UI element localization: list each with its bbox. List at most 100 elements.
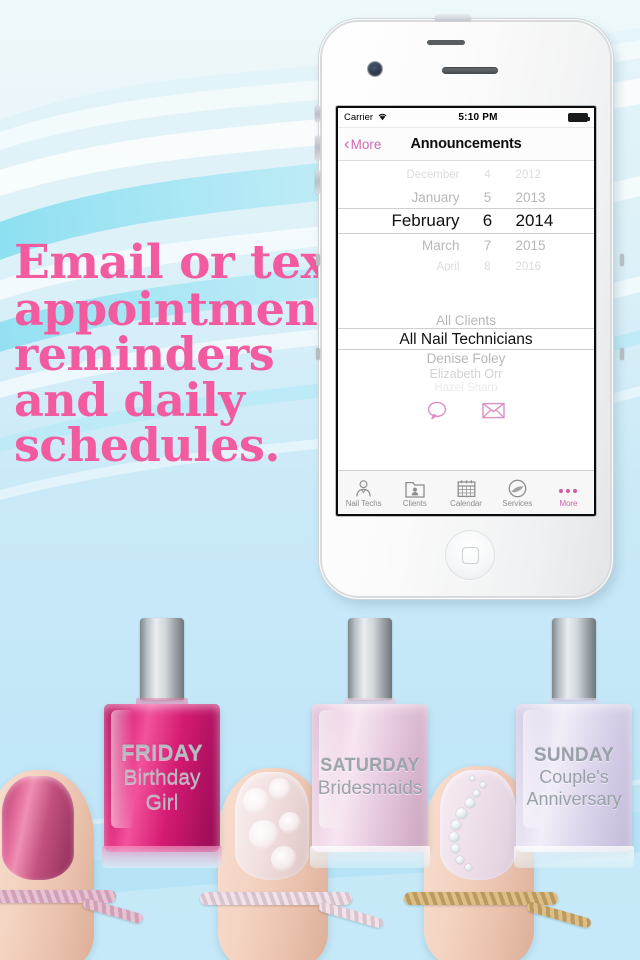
promo-line-1: Email or text: [14, 235, 350, 290]
phone-mockup: Carrier 5:10 PM ‹ More Announcements Dec…: [315, 15, 624, 608]
year-option: 2012: [515, 169, 542, 181]
carrier-label: Carrier: [344, 112, 374, 123]
bottle-line3: Girl: [145, 791, 179, 815]
tab-label: Calendar: [450, 499, 482, 508]
rhinestone: [449, 832, 459, 842]
wifi-icon: [377, 112, 388, 124]
volume-down-button[interactable]: [315, 170, 320, 194]
navigation-bar: ‹ More Announcements: [338, 128, 594, 161]
bottle-base: [102, 846, 222, 868]
bottle-base: [310, 846, 430, 868]
bottle-day-label: FRIDAY: [121, 739, 203, 765]
power-button[interactable]: [435, 15, 471, 21]
recipient-row[interactable]: Elizabeth Orr: [338, 366, 594, 381]
tab-label: Nail Techs: [345, 499, 382, 508]
polish-bottle-friday: FRIDAY Birthday Girl: [92, 618, 232, 880]
nail-file-circle-icon: [508, 477, 527, 498]
promo-line-4: and daily: [14, 372, 245, 427]
sms-bubble-icon[interactable]: [427, 401, 448, 420]
bottle-line2: Couple's: [539, 767, 609, 788]
date-picker-rows: December 4 2012 January 5 2013 February …: [338, 164, 594, 271]
recipient-row-selected[interactable]: All Nail Technicians: [338, 329, 594, 350]
chevron-left-icon: ‹: [344, 133, 350, 153]
date-row[interactable]: March 7 2015: [338, 234, 594, 256]
recipient-option: Hazel Sharp: [434, 382, 498, 391]
date-row[interactable]: January 5 2013: [338, 186, 594, 208]
tab-calendar[interactable]: Calendar: [440, 477, 491, 508]
rose-motif: [269, 778, 291, 800]
action-icon-row: [338, 391, 594, 429]
recipient-picker[interactable]: All Clients All Nail Technicians Denise …: [338, 311, 594, 391]
rhinestone: [470, 776, 475, 781]
fingernail-white-rose: [235, 772, 309, 880]
front-camera: [368, 62, 382, 76]
contact-folder-icon: [405, 477, 425, 498]
back-button[interactable]: ‹ More: [344, 133, 382, 153]
tab-clients[interactable]: Clients: [389, 477, 440, 508]
day-option: 5: [483, 189, 492, 205]
email-envelope-icon[interactable]: [482, 402, 505, 419]
rhinestone: [465, 798, 475, 808]
rhinestone: [456, 856, 464, 864]
year-option: 2015: [515, 237, 546, 253]
bottle-label: FRIDAY Birthday Girl: [104, 739, 220, 816]
tab-label: More: [559, 499, 578, 508]
tab-nail-techs[interactable]: Nail Techs: [338, 477, 389, 508]
bottle-glass: FRIDAY Birthday Girl: [104, 704, 220, 852]
promo-line-5: schedules.: [14, 418, 280, 473]
year-option: 2013: [515, 189, 546, 205]
recipient-option: All Clients: [435, 312, 497, 328]
recipient-picker-rows: All Clients All Nail Technicians Denise …: [338, 311, 594, 392]
status-time: 5:10 PM: [458, 112, 498, 123]
bottle-day-label: SUNDAY: [533, 745, 615, 767]
bottle-line2: Birthday: [123, 766, 201, 790]
promo-text: Email or text appointment reminders and …: [14, 235, 350, 473]
bottle-line2: Bridesmaids: [317, 777, 423, 799]
home-button[interactable]: [445, 530, 495, 580]
antenna-band-left: [316, 254, 320, 266]
back-button-label: More: [350, 136, 382, 152]
date-picker[interactable]: December 4 2012 January 5 2013 February …: [338, 161, 594, 271]
recipient-option: Elizabeth Orr: [429, 366, 503, 381]
bottle-glass: SUNDAY Couple's Anniversary: [516, 704, 632, 852]
tab-services[interactable]: Services: [492, 477, 543, 508]
month-option-selected: February: [391, 211, 460, 230]
app-screen: Carrier 5:10 PM ‹ More Announcements Dec…: [338, 108, 594, 514]
antenna-band-left-2: [316, 348, 320, 360]
day-option-selected: 6: [482, 211, 493, 230]
rose-motif: [243, 788, 269, 814]
year-option-selected: 2014: [515, 211, 554, 230]
month-option: December: [406, 169, 460, 181]
mute-switch[interactable]: [315, 106, 320, 122]
promo-line-3: reminders: [14, 327, 275, 382]
recipient-option: Denise Foley: [426, 350, 506, 366]
rhinestone: [451, 844, 460, 853]
recipient-row[interactable]: Denise Foley: [338, 350, 594, 366]
bottle-cap: [552, 618, 596, 700]
rose-motif: [249, 820, 279, 850]
fingernail-glossy-magenta: [2, 776, 74, 880]
volume-up-button[interactable]: [315, 136, 320, 160]
rhinestone: [456, 808, 467, 819]
status-bar: Carrier 5:10 PM: [338, 108, 594, 128]
recipient-row[interactable]: All Clients: [338, 311, 594, 329]
rhinestone: [473, 790, 480, 797]
tab-more[interactable]: More: [543, 477, 594, 508]
status-left: Carrier: [344, 112, 388, 124]
date-row-selected[interactable]: February 6 2014: [338, 208, 594, 234]
day-option: 4: [484, 169, 491, 181]
recipient-row[interactable]: Hazel Sharp: [338, 381, 594, 391]
tab-bar: Nail Techs Clients Calendar Services Mor…: [338, 470, 594, 514]
rhinestone: [451, 820, 461, 830]
date-row[interactable]: December 4 2012: [338, 164, 594, 186]
recipient-option-selected: All Nail Technicians: [399, 330, 533, 348]
date-row[interactable]: April 8 2016: [338, 256, 594, 271]
polish-bottle-sunday: SUNDAY Couple's Anniversary: [504, 618, 640, 880]
home-square-icon: [461, 546, 479, 564]
polish-bottle-saturday: SATURDAY Bridesmaids: [300, 618, 440, 880]
promo-line-2: appointment: [14, 281, 339, 336]
day-option: 8: [484, 261, 491, 271]
bottle-label: SATURDAY Bridesmaids: [312, 755, 428, 800]
month-option: January: [411, 189, 460, 205]
ellipsis-icon: [557, 477, 579, 498]
